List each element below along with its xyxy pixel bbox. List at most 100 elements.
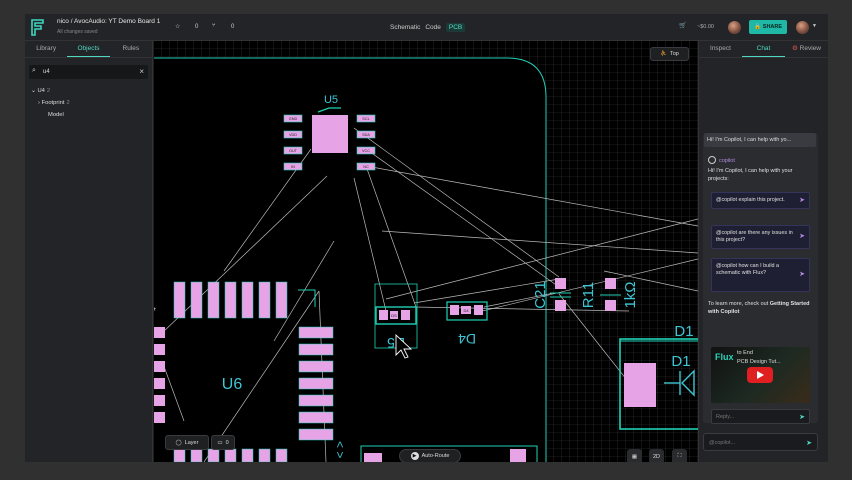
u6-designator: U6 — [222, 376, 243, 393]
tab-rules[interactable]: Rules — [110, 41, 152, 57]
u6-silk-arrows: < > — [333, 441, 347, 458]
d1-designator: D1 — [674, 323, 693, 340]
pad-label: SDA — [362, 133, 370, 137]
video-brand: Flux — [715, 352, 734, 362]
share-button[interactable]: 🔒 SHARE — [749, 20, 787, 34]
pad-label: IN — [291, 165, 295, 169]
expand-icon[interactable]: ⌄ — [31, 88, 36, 94]
r11-value: 1kΩ — [622, 281, 639, 308]
d4-designator: D4 — [458, 331, 476, 347]
star-icon[interactable]: ☆ — [175, 23, 180, 30]
right-panel: Inspect Chat ⚙ Review Hi! I'm Copilot, I… — [698, 41, 828, 462]
suggestion-explain[interactable]: @copilot explain this project. ➤ — [711, 192, 810, 209]
board-area — [154, 58, 546, 462]
review-alert-icon: ⚙ — [792, 45, 798, 52]
fullscreen-icon[interactable]: ⛶ — [672, 449, 687, 462]
pad-label: NC — [363, 165, 369, 169]
tree-item-footprint[interactable]: › Footprint 2 — [38, 100, 70, 106]
tab-library[interactable]: Library — [25, 41, 67, 57]
d1-designator-2: D1 — [671, 353, 690, 370]
price: ~$0.00 — [697, 24, 714, 30]
u5-designator: U5 — [324, 94, 338, 106]
view-2d-button[interactable]: 2D — [649, 449, 664, 462]
youtube-play-icon[interactable] — [747, 367, 773, 383]
fork-icon[interactable]: ⑂ — [212, 23, 216, 29]
pad-label: VCC — [362, 149, 370, 153]
person-view-icon: ⛹ — [660, 51, 667, 57]
mode-pcb[interactable]: PCB — [445, 23, 466, 32]
view-top-button[interactable]: ⛹ Top — [650, 47, 689, 61]
search-input[interactable]: u4 — [43, 69, 50, 75]
tree-item-model[interactable]: Model — [48, 112, 64, 118]
pcb-canvas[interactable]: U5 GND VDD OUT IN SCL SDA VCC NC U6 < > … — [154, 41, 698, 462]
play-icon: ▶ — [410, 452, 419, 460]
star-count: 0 — [195, 24, 199, 30]
collaborator-avatar[interactable] — [728, 21, 741, 34]
layer-icon: ◯ — [175, 439, 182, 446]
send-icon: ➤ — [799, 233, 805, 240]
auto-route-button[interactable]: ▶ Auto-Route — [399, 449, 461, 462]
cart-icon[interactable]: 🛒 — [679, 22, 686, 29]
copilot-greeting: Hi! I'm Copilot, I can help with your pr… — [708, 168, 793, 182]
copilot-input[interactable]: @copilot... ➤ — [703, 433, 818, 451]
pad-label: OUT — [289, 149, 298, 153]
tab-inspect[interactable]: Inspect — [699, 41, 742, 57]
mode-schematic[interactable]: Schematic — [390, 24, 420, 31]
layer-button[interactable]: ◯ Layer — [165, 435, 209, 450]
chevron-down-icon[interactable]: ▼ — [812, 23, 817, 29]
tutorial-video[interactable]: Flux to End PCB Design Tut... — [711, 347, 810, 403]
app-window: nico / AvocAudio: YT Demo Board 1 All ch… — [25, 14, 828, 462]
video-title: PCB Design Tut... — [737, 359, 781, 365]
c21-designator: C21 — [532, 281, 549, 309]
top-bar: nico / AvocAudio: YT Demo Board 1 All ch… — [25, 14, 828, 41]
clear-search-icon[interactable]: × — [139, 67, 144, 76]
search-icon: ⌕ — [32, 67, 36, 74]
pad-label: VDD — [289, 133, 297, 137]
comments-button[interactable]: ▭ 0 — [211, 435, 235, 450]
left-panel: Library Objects Rules ⌕ u4 × ⌄ U4 2 › Foo… — [25, 41, 153, 462]
comment-icon: ▭ — [217, 439, 223, 446]
project-path[interactable]: nico / AvocAudio: YT Demo Board 1 — [57, 18, 160, 25]
component-r11: R11 1kΩ — [580, 278, 639, 311]
suggestion-schematic[interactable]: @copilot how can I build a schematic wit… — [711, 258, 810, 292]
lock-icon: 🔒 — [753, 24, 761, 30]
r11-designator: R11 — [580, 282, 597, 308]
copilot-name: copilot — [719, 158, 735, 164]
send-reply-icon[interactable]: ➤ — [799, 413, 805, 421]
d4-pad-label: D4 — [463, 308, 469, 313]
send-icon[interactable]: ➤ — [806, 439, 812, 447]
right-tabs: Inspect Chat ⚙ Review — [699, 41, 828, 58]
grid-toggle-icon[interactable]: ▦ — [627, 449, 642, 462]
tab-objects[interactable]: Objects — [67, 41, 110, 57]
u6-pin1-marker: * — [154, 306, 156, 317]
pad-label: SCL — [362, 117, 369, 121]
tab-chat[interactable]: Chat — [742, 41, 785, 57]
flux-logo[interactable] — [30, 19, 45, 36]
chat-preview[interactable]: Hi! I'm Copilot, I can help with yo... — [704, 133, 816, 147]
chat-thread: Hi! I'm Copilot, I can help with yo... c… — [703, 133, 818, 424]
d5-pad-label: DS — [391, 313, 397, 318]
pcb-view[interactable]: U5 GND VDD OUT IN SCL SDA VCC NC U6 < > … — [154, 41, 698, 462]
user-avatar[interactable] — [796, 21, 809, 34]
chevron-right-icon[interactable]: › — [38, 100, 40, 106]
u5-center-pad — [312, 115, 348, 153]
left-tabs: Library Objects Rules — [25, 41, 152, 58]
pad-label: GND — [289, 117, 298, 121]
mode-code[interactable]: Code — [425, 24, 441, 31]
u6-top-pads — [173, 281, 288, 319]
suggestion-issues[interactable]: @copilot are there any issues in this pr… — [711, 225, 810, 249]
tree-item-u4[interactable]: ⌄ U4 2 — [31, 88, 50, 94]
save-status: All changes saved — [57, 29, 98, 35]
copilot-avatar-icon — [708, 156, 716, 164]
mode-switcher: Schematic Code PCB — [390, 23, 466, 32]
reply-input[interactable]: Reply... ➤ — [711, 409, 810, 424]
video-pre: to End — [737, 350, 753, 356]
share-label: SHARE — [762, 24, 783, 30]
tab-review[interactable]: ⚙ Review — [785, 41, 828, 57]
learn-more-text: To learn more, check out Getting Started… — [708, 301, 810, 315]
send-icon: ➤ — [799, 196, 805, 204]
object-search[interactable]: ⌕ u4 × — [29, 65, 148, 79]
u6-bottom-pads — [173, 448, 288, 462]
send-icon: ➤ — [799, 271, 805, 278]
u6-right-pads — [298, 326, 334, 441]
